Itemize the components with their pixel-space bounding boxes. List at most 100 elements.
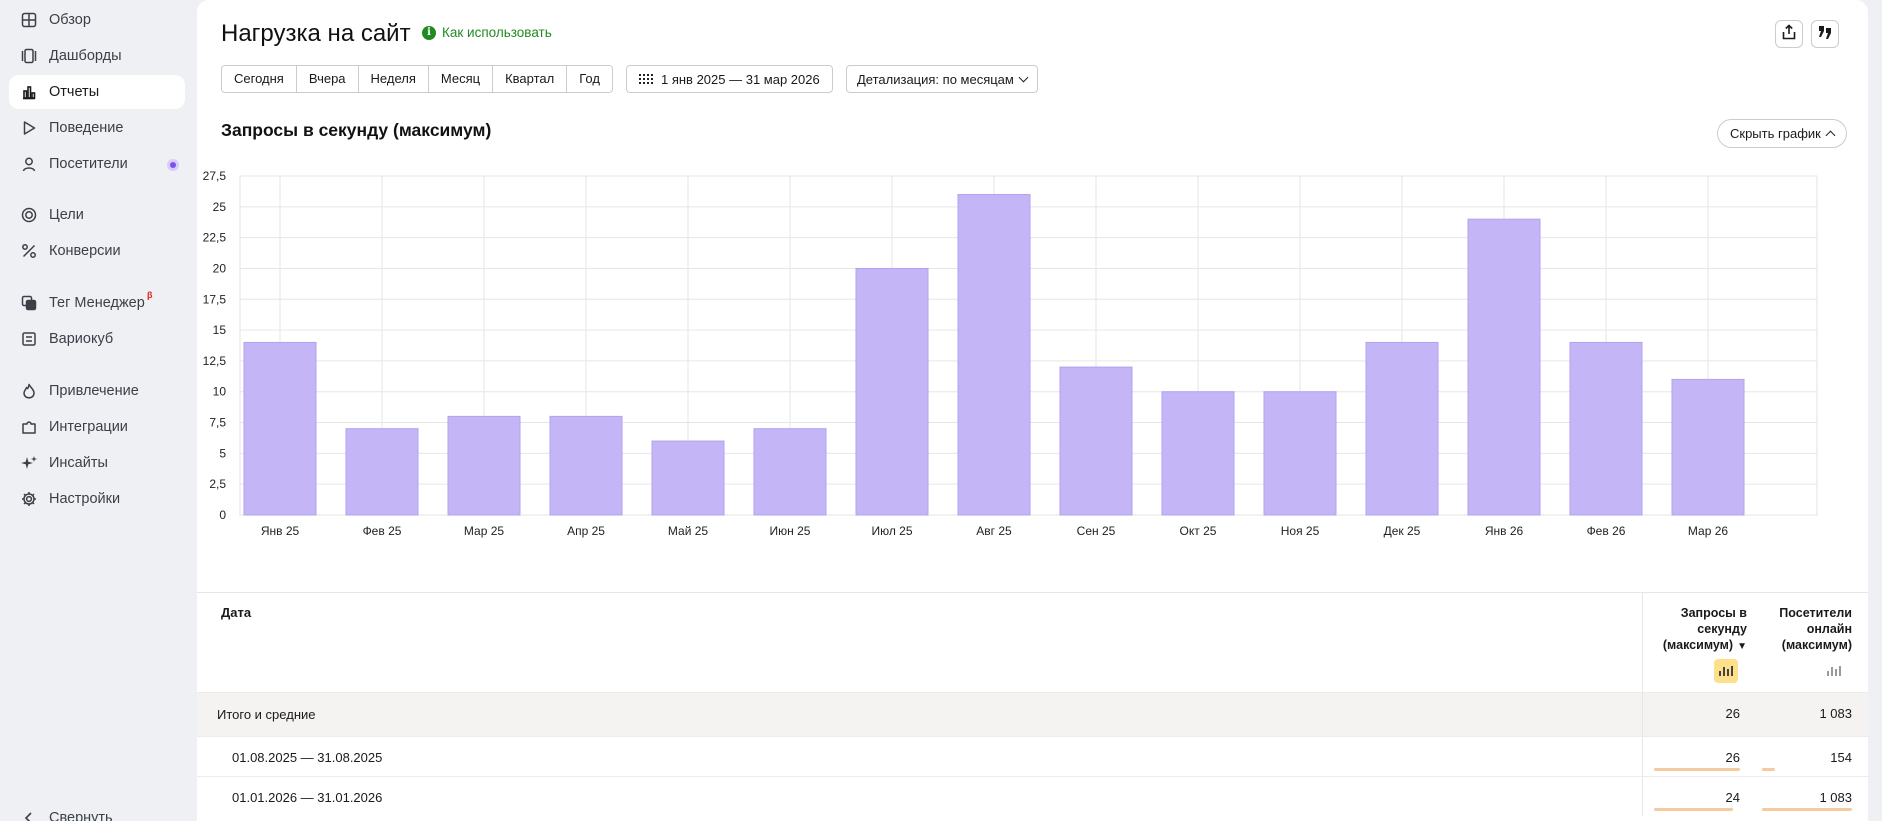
sidebar-item-label: Посетители (49, 156, 128, 172)
period-quarter-button[interactable]: Квартал (493, 66, 568, 92)
sidebar-item-tag-manager[interactable]: Тег Менеджер β (9, 286, 185, 320)
y-tick-label: 20 (213, 261, 227, 275)
period-selector: Сегодня Вчера Неделя Месяц Квартал Год (221, 65, 613, 93)
person-icon (21, 156, 37, 172)
sidebar-item-label: Настройки (49, 491, 121, 507)
sidebar-item-conversions[interactable]: Конверсии (9, 234, 185, 268)
chart-bar (345, 428, 419, 516)
flame-icon (21, 383, 37, 399)
variocube-icon (21, 331, 37, 347)
column-header-requests-label: Запросы в секунду (максимум) (1662, 606, 1747, 652)
column-header-requests[interactable]: Запросы в секунду (максимум) ▼ (1647, 605, 1747, 655)
tag-manager-icon (21, 295, 37, 311)
sidebar-item-label: Поведение (49, 120, 124, 136)
period-yesterday-button[interactable]: Вчера (296, 66, 359, 92)
sidebar-item-overview[interactable]: Обзор (9, 3, 185, 37)
column-divider (1642, 737, 1643, 776)
date-range-label: 1 янв 2025 — 31 мар 2026 (661, 71, 820, 87)
sidebar-collapse-label: Свернуть (49, 810, 113, 821)
x-tick-label: Фев 26 (1587, 524, 1626, 538)
sidebar-item-label: Конверсии (49, 243, 121, 259)
row-requests: 24 (1725, 790, 1740, 805)
chart-bar (1263, 391, 1337, 516)
y-tick-label: 12,5 (203, 354, 227, 368)
hide-chart-button[interactable]: Скрыть график (1717, 119, 1847, 148)
calendar-icon (639, 74, 653, 84)
sort-desc-icon: ▼ (1737, 641, 1747, 652)
x-tick-label: Апр 25 (567, 524, 605, 538)
chart-bar (243, 341, 317, 516)
chart-bar (1365, 341, 1439, 516)
requests-share-bar (1654, 808, 1733, 811)
chart-bar (1671, 378, 1745, 516)
x-tick-label: Окт 25 (1180, 524, 1217, 538)
row-visitors: 154 (1830, 750, 1852, 765)
x-tick-label: Сен 25 (1077, 524, 1116, 538)
sidebar-item-behavior[interactable]: Поведение (9, 111, 185, 145)
period-month-button[interactable]: Месяц (428, 66, 494, 92)
row-visitors: 1 083 (1819, 790, 1852, 805)
detail-label: Детализация: по месяцам (857, 71, 1014, 87)
sidebar-item-settings[interactable]: Настройки (9, 482, 185, 516)
table-header: Дата Запросы в секунду (максимум) ▼ Посет… (197, 592, 1868, 693)
sidebar-item-acquisition[interactable]: Привлечение (9, 374, 185, 408)
column-divider (1642, 693, 1643, 736)
y-tick-label: 0 (219, 508, 226, 522)
sparkle-icon (21, 455, 37, 471)
sidebar-item-label: Отчеты (49, 84, 100, 100)
sidebar-collapse[interactable]: Свернуть (9, 801, 185, 821)
period-week-button[interactable]: Неделя (358, 66, 429, 92)
chevron-left-icon (21, 810, 37, 821)
column-divider (1642, 777, 1643, 816)
compare-button[interactable] (1811, 20, 1839, 48)
info-icon: i (422, 25, 436, 40)
dashboards-icon (21, 48, 37, 64)
y-tick-label: 17,5 (203, 292, 227, 306)
puzzle-icon (21, 419, 37, 435)
table-row[interactable]: 01.08.2025 — 31.08.2025 26 154 (197, 736, 1868, 776)
y-tick-label: 2,5 (209, 477, 226, 491)
detail-dropdown[interactable]: Детализация: по месяцам (846, 65, 1038, 93)
hide-chart-label: Скрыть график (1730, 126, 1821, 141)
page-title: Нагрузка на сайт (221, 20, 411, 47)
requests-share-bar (1654, 768, 1740, 771)
chart-toggle-visitors[interactable] (1822, 659, 1846, 683)
chart-toggle-requests[interactable] (1714, 659, 1738, 683)
bar-chart-icon (21, 84, 37, 100)
row-date: 01.01.2026 — 31.01.2026 (232, 790, 383, 805)
visitors-share-bar (1762, 768, 1775, 771)
sidebar-item-variocube[interactable]: Вариокуб (9, 322, 185, 356)
export-button[interactable] (1775, 20, 1803, 48)
sidebar-item-label: Инсайты (49, 455, 108, 471)
sidebar-item-insights[interactable]: Инсайты (9, 446, 185, 480)
app-root: Обзор Дашборды Отчеты Поведение Посетите… (0, 0, 1882, 821)
x-tick-label: Ноя 25 (1281, 524, 1320, 538)
y-tick-label: 22,5 (203, 231, 227, 245)
sidebar-item-integrations[interactable]: Интеграции (9, 410, 185, 444)
x-tick-label: Май 25 (668, 524, 709, 538)
howto-link[interactable]: i Как использовать (422, 25, 552, 40)
sidebar-item-dashboards[interactable]: Дашборды (9, 39, 185, 73)
table-row[interactable]: 01.01.2026 — 31.01.2026 24 1 083 (197, 776, 1868, 816)
row-date: 01.08.2025 — 31.08.2025 (232, 750, 383, 765)
chart-bar (1467, 218, 1541, 516)
date-range-button[interactable]: 1 янв 2025 — 31 мар 2026 (626, 65, 833, 93)
sidebar-item-reports[interactable]: Отчеты (9, 75, 185, 109)
sidebar-item-goals[interactable]: Цели (9, 198, 185, 232)
x-tick-label: Янв 25 (261, 524, 300, 538)
sidebar-item-visitors[interactable]: Посетители (9, 147, 185, 181)
chart-bar (651, 440, 725, 516)
sidebar-item-label: Интеграции (49, 419, 128, 435)
column-header-date[interactable]: Дата (221, 605, 251, 620)
sidebar-item-label: Тег Менеджер (49, 295, 145, 311)
totals-label: Итого и средние (217, 707, 316, 722)
period-year-button[interactable]: Год (567, 66, 612, 92)
period-today-button[interactable]: Сегодня (222, 66, 297, 92)
target-icon (21, 207, 37, 223)
beta-badge: β (147, 290, 153, 300)
column-header-visitors[interactable]: Посетители онлайн (максимум) (1752, 605, 1852, 653)
chart-bar (855, 267, 929, 516)
chevron-down-icon (1018, 72, 1029, 82)
y-tick-label: 10 (213, 385, 227, 399)
x-tick-label: Июл 25 (871, 524, 912, 538)
